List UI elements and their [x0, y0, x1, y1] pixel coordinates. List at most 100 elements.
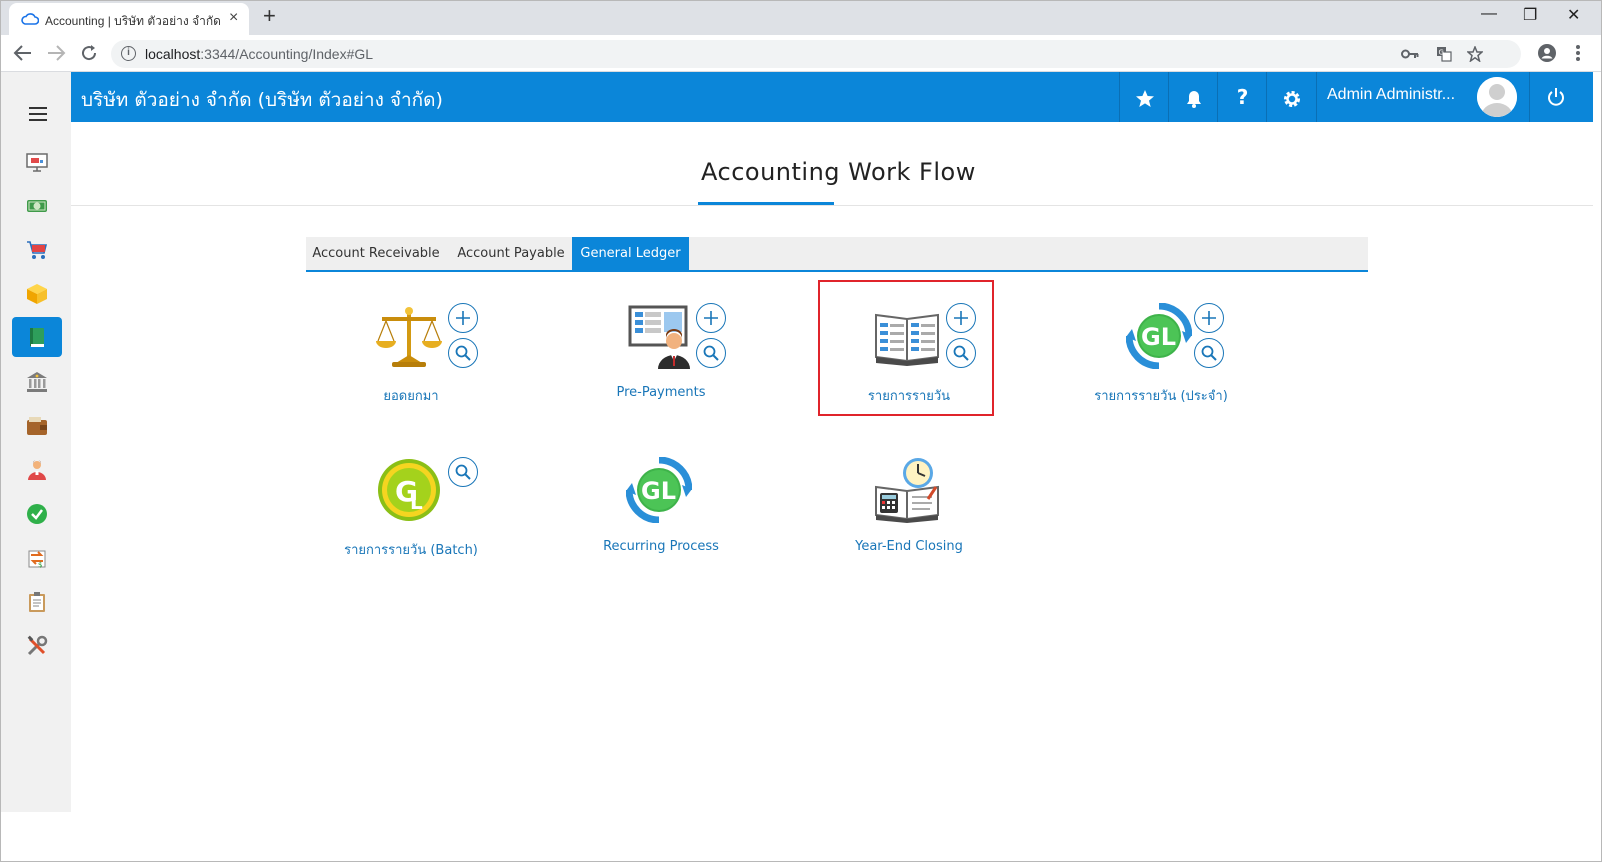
- tile-recurring-process: GL Recurring Process: [591, 457, 771, 587]
- cart-icon: [27, 241, 48, 259]
- key-icon[interactable]: [1401, 48, 1419, 60]
- company-name: บริษัท ตัวอย่าง จำกัด (บริษัท ตัวอย่าง จ…: [81, 89, 443, 111]
- gl-batch-icon[interactable]: G L: [376, 457, 442, 523]
- gl-recurring-icon[interactable]: GL: [1126, 303, 1192, 369]
- sidebar: $: [1, 72, 71, 812]
- add-button[interactable]: [946, 303, 976, 333]
- url-text: localhost:3344/Accounting/Index#GL: [145, 46, 374, 62]
- ledger-book-icon: [30, 328, 44, 347]
- clipboard-icon: [29, 592, 45, 612]
- help-icon: ?: [1236, 85, 1249, 109]
- sidebar-item-cart[interactable]: [12, 230, 62, 270]
- add-button[interactable]: [696, 303, 726, 333]
- tile-label[interactable]: รายการรายวัน (Batch): [311, 539, 511, 560]
- tile-label[interactable]: รายการรายวัน: [809, 385, 1009, 406]
- sidebar-item-ledger[interactable]: [12, 317, 62, 357]
- back-arrow-icon[interactable]: [13, 44, 33, 62]
- year-end-icon[interactable]: [874, 457, 940, 523]
- page-title: Accounting Work Flow: [701, 158, 976, 186]
- menu-dots-icon[interactable]: [1575, 43, 1581, 63]
- close-window-button[interactable]: ✕: [1567, 5, 1580, 25]
- star-icon: [1135, 89, 1154, 107]
- forward-arrow-icon[interactable]: [46, 44, 66, 62]
- tile-label[interactable]: Year-End Closing: [809, 539, 1009, 554]
- bookmark-star-icon[interactable]: [1467, 46, 1483, 62]
- tile-label[interactable]: Recurring Process: [561, 539, 761, 554]
- svg-text:G: G: [1439, 49, 1444, 57]
- svg-text:GL: GL: [1141, 323, 1176, 351]
- money-icon: [27, 200, 47, 212]
- tile-label[interactable]: ยอดยกมา: [311, 385, 511, 406]
- settings-button[interactable]: [1266, 72, 1316, 122]
- search-icon: [455, 345, 471, 361]
- help-button[interactable]: ?: [1217, 72, 1267, 122]
- tab-account-receivable[interactable]: Account Receivable: [306, 237, 446, 270]
- logout-button[interactable]: [1529, 72, 1579, 122]
- plus-icon: [704, 311, 718, 325]
- search-icon: [455, 464, 471, 480]
- hamburger-menu-icon[interactable]: [29, 107, 47, 125]
- sidebar-item-money[interactable]: [12, 186, 62, 226]
- power-icon: [1548, 88, 1564, 106]
- search-icon: [703, 345, 719, 361]
- info-icon[interactable]: i: [121, 46, 136, 61]
- title-underline: [698, 202, 834, 205]
- tab-close-icon[interactable]: ×: [229, 9, 238, 27]
- tile-label[interactable]: รายการรายวัน (ประจำ): [1061, 385, 1261, 406]
- url-input[interactable]: i localhost:3344/Accounting/Index#GL G: [111, 40, 1521, 68]
- notifications-button[interactable]: [1168, 72, 1218, 122]
- gear-icon: [1283, 90, 1300, 107]
- tab-account-payable[interactable]: Account Payable: [446, 237, 576, 270]
- tile-opening-balance: ยอดยกมา: [341, 303, 521, 433]
- plus-icon: [1202, 311, 1216, 325]
- sidebar-item-tools[interactable]: [12, 626, 62, 666]
- tile-label[interactable]: Pre-Payments: [561, 385, 761, 400]
- sidebar-item-presentation[interactable]: [12, 142, 62, 182]
- cloud-icon: [21, 13, 39, 25]
- avatar: [1477, 77, 1517, 117]
- search-button[interactable]: [1194, 338, 1224, 368]
- restore-button[interactable]: ❐: [1523, 5, 1537, 25]
- favorites-button[interactable]: [1119, 72, 1169, 122]
- bank-icon: [27, 372, 47, 392]
- add-button[interactable]: [448, 303, 478, 333]
- sidebar-item-box[interactable]: [12, 274, 62, 314]
- gl-process-icon[interactable]: GL: [626, 457, 692, 523]
- browser-tab[interactable]: Accounting | บริษัท ตัวอย่าง จำกัด | บ ×: [9, 3, 249, 35]
- sidebar-item-approve[interactable]: [12, 494, 62, 534]
- add-button[interactable]: [1194, 303, 1224, 333]
- svg-text:L: L: [410, 490, 423, 514]
- search-button[interactable]: [448, 338, 478, 368]
- translate-icon[interactable]: G: [1436, 46, 1452, 62]
- sidebar-item-wallet[interactable]: [12, 406, 62, 446]
- tile-year-end-closing: Year-End Closing: [839, 457, 1019, 587]
- sidebar-item-transfer[interactable]: $: [12, 538, 62, 578]
- tab-strip: Accounting | บริษัท ตัวอย่าง จำกัด | บ ×…: [1, 1, 1601, 35]
- presenter-icon[interactable]: [626, 303, 692, 369]
- sidebar-item-people[interactable]: [12, 450, 62, 490]
- tools-icon: [27, 635, 48, 656]
- minimize-button[interactable]: —: [1481, 5, 1497, 23]
- tab-title: Accounting | บริษัท ตัวอย่าง จำกัด | บ: [45, 14, 225, 28]
- check-circle-icon: [27, 504, 47, 524]
- tile-daily-journal: รายการรายวัน: [839, 303, 1019, 433]
- search-button[interactable]: [448, 457, 478, 487]
- sidebar-item-clipboard[interactable]: [12, 582, 62, 622]
- profile-icon[interactable]: [1537, 43, 1557, 63]
- search-button[interactable]: [696, 338, 726, 368]
- plus-icon: [954, 311, 968, 325]
- reload-icon[interactable]: [79, 43, 99, 63]
- scales-icon[interactable]: [376, 303, 442, 369]
- svg-text:GL: GL: [641, 477, 676, 505]
- new-tab-button[interactable]: +: [263, 3, 276, 29]
- scrollbar[interactable]: [1593, 72, 1601, 812]
- tile-pre-payments: Pre-Payments: [591, 303, 771, 433]
- journal-book-icon[interactable]: [874, 303, 940, 369]
- tab-general-ledger[interactable]: General Ledger: [572, 237, 689, 270]
- browser-window: Accounting | บริษัท ตัวอย่าง จำกัด | บ ×…: [0, 0, 1602, 862]
- search-icon: [1201, 345, 1217, 361]
- wallet-icon: [27, 417, 47, 435]
- transfer-icon: $: [28, 550, 46, 569]
- sidebar-item-bank[interactable]: [12, 362, 62, 402]
- search-button[interactable]: [946, 338, 976, 368]
